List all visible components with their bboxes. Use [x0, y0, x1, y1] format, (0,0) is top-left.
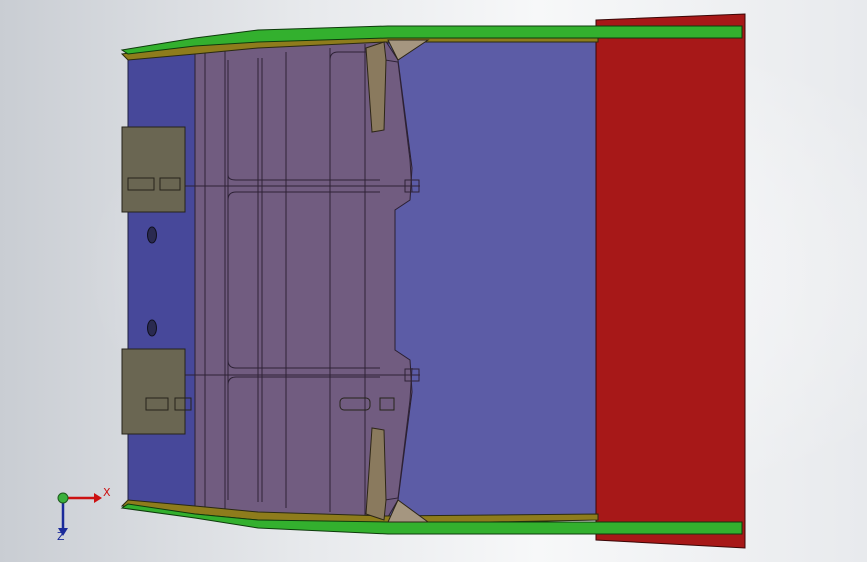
mount-hole[interactable]: [147, 319, 157, 337]
red-end-plate[interactable]: [595, 13, 746, 549]
upper-mount-block[interactable]: [121, 126, 186, 213]
graphics-viewport[interactable]: X Z: [0, 0, 867, 562]
x-axis-label: X: [103, 486, 111, 499]
origin-sphere-icon: [57, 492, 69, 504]
x-axis-arrowhead: [94, 493, 102, 503]
z-axis-label: Z: [57, 530, 65, 543]
left-blue-plate[interactable]: [127, 49, 196, 511]
lower-mount-block[interactable]: [121, 348, 186, 435]
center-blue-plate[interactable]: [387, 39, 599, 523]
cad-model[interactable]: [0, 0, 867, 562]
mount-hole[interactable]: [147, 226, 157, 244]
coordinate-triad: X Z: [48, 478, 118, 548]
